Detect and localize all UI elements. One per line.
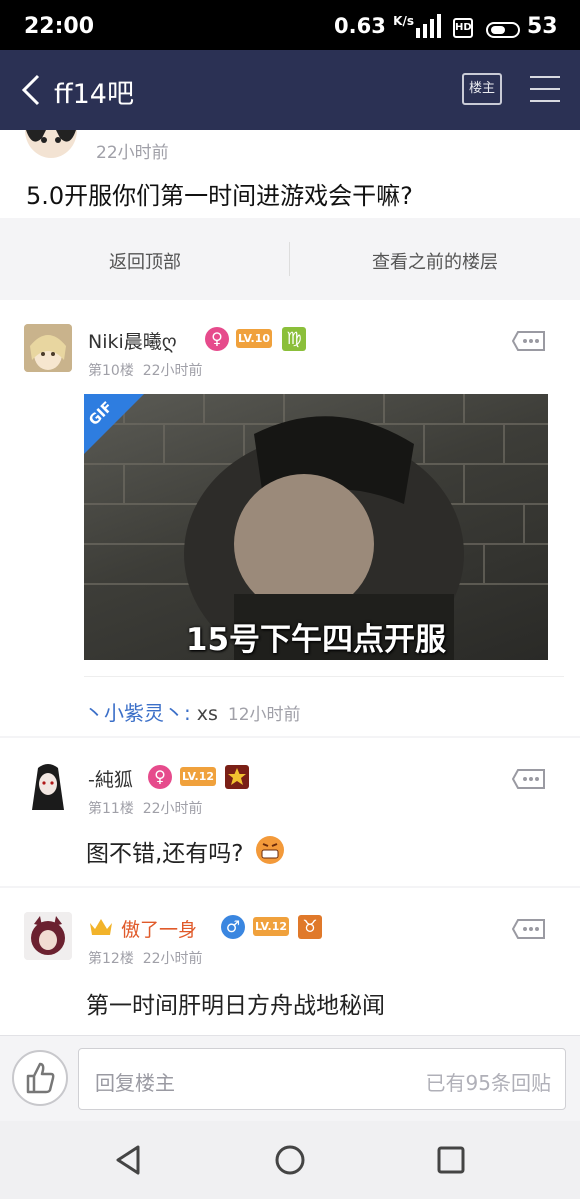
jump-bar: 返回顶部 查看之前的楼层 [0,220,580,298]
grin-emoji-icon [255,836,284,864]
post-content: 第一时间肝明日方舟战地秘闻 [86,993,385,1019]
sub-reply-time: 12小时前 [227,705,301,725]
user-avatar[interactable] [24,324,72,372]
level-badge: LV.12 [180,767,216,786]
battery-icon [486,22,520,38]
op-card: 22小时前 5.0开服你们第一时间进游戏会干嘛? [0,130,580,218]
status-time: 22:00 [24,14,95,39]
male-icon: ♂ [221,915,245,939]
forum-title: ff14吧 [54,79,134,110]
back-to-top-button[interactable]: 返回顶部 [0,248,290,274]
home-circle-icon[interactable] [273,1143,307,1177]
more-options-icon[interactable] [512,918,546,940]
female-icon: ♀ [148,765,172,789]
level-badge: LV.10 [236,329,272,348]
username[interactable]: Niki晨曦ღ [88,327,177,354]
user-avatar[interactable] [24,762,72,810]
post-content: 图不错,还有吗? [86,834,285,868]
female-icon: ♀ [205,327,229,351]
thumbs-up-icon [26,1062,55,1094]
view-previous-floors-button[interactable]: 查看之前的楼层 [290,248,580,274]
op-time: 22小时前 [96,143,169,163]
sub-reply-text: xs [196,703,218,725]
more-options-icon[interactable] [512,330,546,352]
louzhu-only-button[interactable]: 楼主 [462,73,502,105]
top-nav-bar: ff14吧 楼主 [0,50,580,130]
reply-placeholder: 回复楼主 [95,1071,175,1095]
back-triangle-icon[interactable] [112,1143,146,1177]
like-button[interactable] [12,1050,68,1106]
sub-reply[interactable]: 丶小紫灵丶: xs 12小时前 [84,676,564,726]
post-floor-11: -純狐 ♀ LV.12 第11楼 22小时前 图不错,还有吗? [0,738,580,886]
gif-image[interactable]: GIF 15号下午四点开服 [84,394,548,660]
reply-count: 已有95条回贴 [425,1071,551,1095]
username[interactable]: -純狐 [88,765,133,792]
post-floor-12: 傲了一身 ♂ LV.12 ♉ 第12楼 22小时前 第一时间肝明日方舟战地秘闻 [0,888,580,1035]
reply-input[interactable]: 回复楼主 已有95条回贴 [78,1048,566,1110]
member-medal-icon [225,765,249,789]
user-avatar[interactable] [24,912,72,960]
op-avatar[interactable] [22,130,80,160]
recents-square-icon[interactable] [434,1143,468,1177]
post-meta: 第11楼 22小时前 [88,801,203,817]
system-nav-bar [0,1121,580,1199]
signal-icon [416,14,441,38]
battery-level: 53 [527,14,558,39]
network-speed: 0.63 K/s [334,14,414,38]
sub-reply-user[interactable]: 丶小紫灵丶: [84,701,191,725]
post-subject: 5.0开服你们第一时间进游戏会干嘛? [26,182,413,210]
more-options-icon[interactable] [512,768,546,790]
username[interactable]: 傲了一身 [121,915,197,942]
level-badge: LV.12 [253,917,289,936]
status-bar: 22:00 0.63 K/s HD 53 [0,0,580,50]
post-meta: 第10楼 22小时前 [88,363,203,379]
gif-caption: 15号下午四点开服 [185,622,447,658]
virgo-icon: ♍ [282,327,306,351]
hd-icon: HD [453,18,473,38]
post-floor-10: Niki晨曦ღ ♀ LV.10 ♍ 第10楼 22小时前 GIF 15号下午四点… [0,300,580,736]
post-meta: 第12楼 22小时前 [88,951,203,967]
back-arrow-icon[interactable] [18,72,46,108]
menu-icon[interactable] [530,76,560,104]
crown-icon [88,915,114,943]
reply-bar: 回复楼主 已有95条回贴 [0,1035,580,1121]
taurus-icon: ♉ [298,915,322,939]
